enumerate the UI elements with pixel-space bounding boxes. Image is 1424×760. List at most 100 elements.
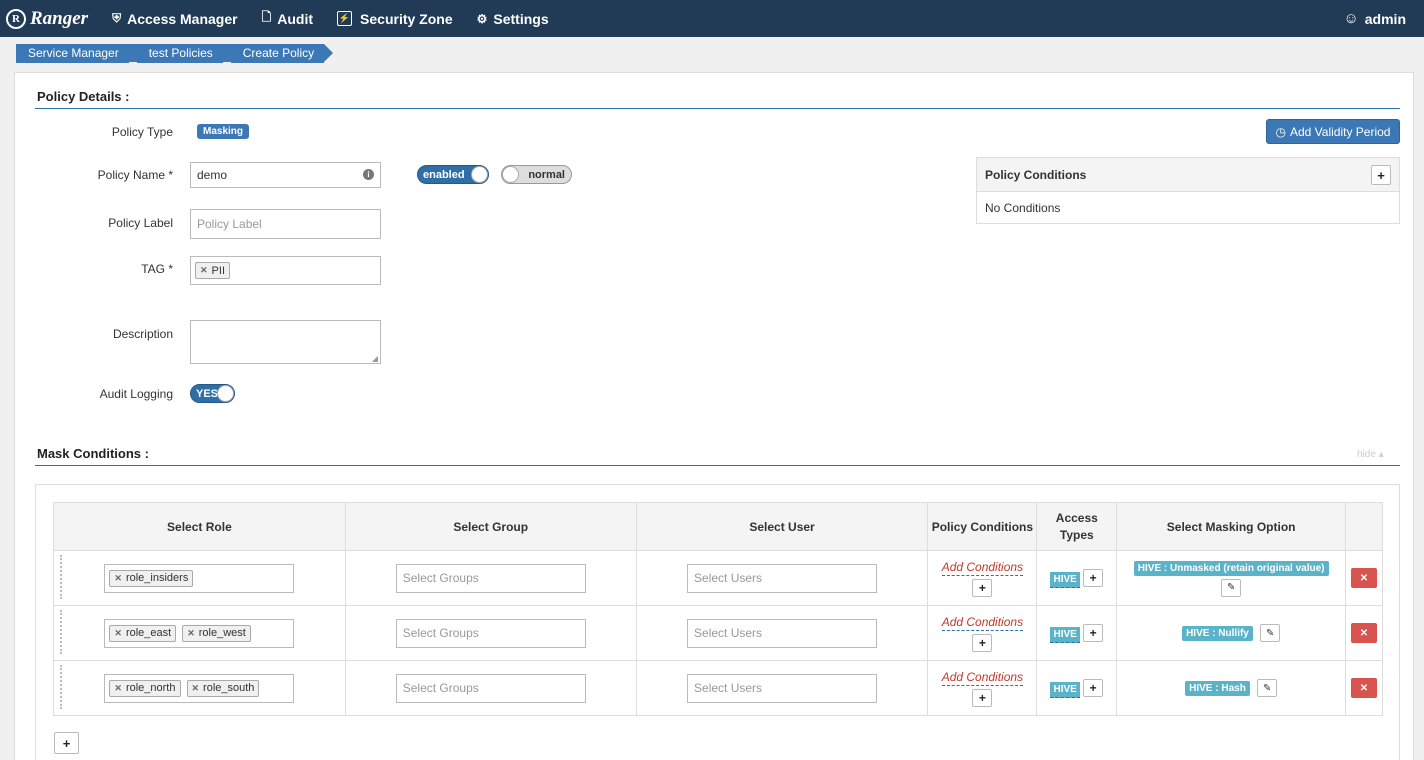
add-access-type-button[interactable]: + (1083, 568, 1104, 587)
audit-logging-label: Audit Logging (99, 387, 173, 401)
delete-cell: ✕ (1344, 605, 1384, 661)
role-select[interactable]: ✕ role_insiders (104, 563, 295, 593)
role-cell: ✕ role_insiders (53, 550, 346, 606)
audit-logging-toggle[interactable]: YES (190, 384, 235, 403)
table-row: ✕ role_north ✕ role_south Select Groups Se… (53, 660, 1384, 716)
add-access-type-button[interactable]: + (1083, 623, 1104, 642)
role-chip[interactable]: ✕ role_west (182, 624, 251, 642)
role-chip[interactable]: ✕ role_east (109, 624, 177, 642)
hide-label: hide (1357, 449, 1376, 460)
top-navbar: R Ranger ⛨ Access Manager 🗋 Audit ⚡ Secu… (0, 0, 1424, 37)
nav-access-manager[interactable]: ⛨ Access Manager (112, 11, 238, 27)
edit-pencil-icon[interactable]: ✎ (1260, 624, 1281, 642)
breadcrumb-service-manager[interactable]: Service Manager (16, 44, 138, 63)
tag-chip-label: PII (211, 264, 225, 277)
tag-input[interactable]: ✕ PII (190, 256, 381, 285)
masking-option-badge[interactable]: HIVE : Unmasked (retain original value) (1133, 560, 1329, 576)
role-select[interactable]: ✕ role_east ✕ role_west (104, 618, 295, 648)
add-condition-button[interactable]: + (972, 578, 993, 597)
normal-toggle-label: normal (528, 168, 565, 181)
remove-role-icon[interactable]: ✕ (114, 683, 122, 694)
drag-handle[interactable] (60, 610, 63, 654)
edit-pencil-icon[interactable]: ✎ (1257, 679, 1278, 697)
access-type-badge[interactable]: HIVE (1050, 626, 1080, 643)
group-select[interactable]: Select Groups (395, 618, 586, 648)
user-select[interactable]: Select Users (687, 563, 878, 593)
policy-label-placeholder: Policy Label (197, 217, 262, 231)
policy-details-title: Policy Details : (37, 89, 130, 104)
policy-conditions-header: Policy Conditions + (977, 158, 1399, 192)
remove-role-icon[interactable]: ✕ (187, 628, 195, 639)
caret-up-icon: ▴ (1378, 449, 1384, 460)
policy-conditions-cell: Add Conditions + (927, 605, 1038, 661)
access-types-cell: HIVE + (1036, 660, 1118, 716)
policy-name-input[interactable]: demo i (190, 162, 381, 188)
policy-label-input[interactable]: Policy Label (190, 209, 381, 239)
masking-option-badge[interactable]: HIVE : Hash (1185, 681, 1250, 697)
group-select[interactable]: Select Groups (395, 673, 586, 703)
mask-conditions-divider (35, 465, 1400, 466)
role-chip[interactable]: ✕ role_north (109, 679, 181, 697)
gear-icon: ⚙ (476, 11, 488, 26)
drag-handle[interactable] (60, 665, 63, 709)
group-select[interactable]: Select Groups (395, 563, 586, 593)
add-access-type-button[interactable]: + (1083, 678, 1104, 697)
policy-conditions-box: Policy Conditions + No Conditions (976, 157, 1400, 224)
description-label: Description (112, 327, 173, 341)
role-chip[interactable]: ✕ role_south (186, 679, 260, 697)
normal-toggle[interactable]: normal (501, 165, 572, 184)
access-type-badge[interactable]: HIVE (1050, 571, 1080, 588)
remove-role-icon[interactable]: ✕ (114, 573, 122, 584)
add-condition-button[interactable]: + (972, 633, 993, 652)
ranger-logo-icon: R (6, 8, 26, 29)
add-validity-period-button[interactable]: ◷ Add Validity Period (1266, 119, 1400, 144)
tag-chip[interactable]: ✕ PII (195, 262, 230, 279)
nav-audit-label: Audit (277, 10, 314, 27)
breadcrumb-test-policies[interactable]: test Policies (127, 44, 232, 63)
nav-settings[interactable]: ⚙ Settings (477, 11, 549, 27)
column-header-select-masking-option: Select Masking Option (1116, 502, 1346, 551)
ranger-logo[interactable]: R Ranger (6, 8, 88, 30)
user-select[interactable]: Select Users (687, 673, 878, 703)
toggle-knob (217, 385, 234, 402)
add-conditions-link[interactable]: Add Conditions (941, 560, 1024, 576)
group-cell: Select Groups (344, 605, 637, 661)
policy-type-badge: Masking (197, 124, 250, 139)
user-cell: Select Users (635, 550, 929, 606)
column-header-access-types: Access Types (1036, 502, 1118, 551)
toggle-knob (471, 166, 488, 183)
drag-handle[interactable] (60, 555, 63, 599)
nav-security-zone[interactable]: ⚡ Security Zone (337, 11, 453, 27)
description-textarea[interactable]: ◢ (190, 320, 381, 364)
masking-option-badge[interactable]: HIVE : Nullify (1182, 626, 1253, 642)
edit-pencil-icon[interactable]: ✎ (1221, 578, 1242, 597)
no-conditions-text: No Conditions (985, 201, 1061, 215)
user-cell: Select Users (635, 605, 929, 661)
access-type-badge[interactable]: HIVE (1050, 681, 1080, 698)
delete-row-button[interactable]: ✕ (1350, 568, 1377, 588)
remove-role-icon[interactable]: ✕ (192, 683, 200, 694)
resize-handle-icon: ◢ (371, 354, 378, 363)
user-select[interactable]: Select Users (687, 618, 878, 648)
add-condition-button[interactable]: + (972, 688, 993, 707)
masking-option-cell: HIVE : Nullify ✎ (1116, 605, 1346, 661)
remove-tag-icon[interactable]: ✕ (200, 265, 208, 276)
delete-row-button[interactable]: ✕ (1350, 623, 1377, 643)
role-chip[interactable]: ✕ role_insiders (109, 569, 194, 587)
enabled-toggle[interactable]: enabled (417, 165, 489, 184)
add-conditions-link[interactable]: Add Conditions (941, 615, 1024, 631)
role-select[interactable]: ✕ role_north ✕ role_south (104, 673, 295, 703)
user-placeholder: Select Users (694, 571, 763, 585)
masking-option-cell: HIVE : Hash ✎ (1116, 660, 1346, 716)
column-header-select-user: Select User (635, 502, 929, 551)
add-policy-condition-button[interactable]: + (1371, 165, 1391, 185)
add-mask-row-button[interactable]: + (54, 732, 79, 754)
hide-toggle[interactable]: hide ▴ (1357, 449, 1384, 460)
nav-audit[interactable]: 🗋 Audit (262, 8, 313, 29)
remove-role-icon[interactable]: ✕ (114, 628, 122, 639)
enabled-toggle-label: enabled (423, 168, 465, 181)
add-conditions-link[interactable]: Add Conditions (941, 670, 1024, 686)
delete-row-button[interactable]: ✕ (1350, 678, 1377, 698)
breadcrumb-create-policy[interactable]: Create Policy (221, 44, 334, 63)
user-menu[interactable]: ☺ admin (1343, 0, 1406, 37)
